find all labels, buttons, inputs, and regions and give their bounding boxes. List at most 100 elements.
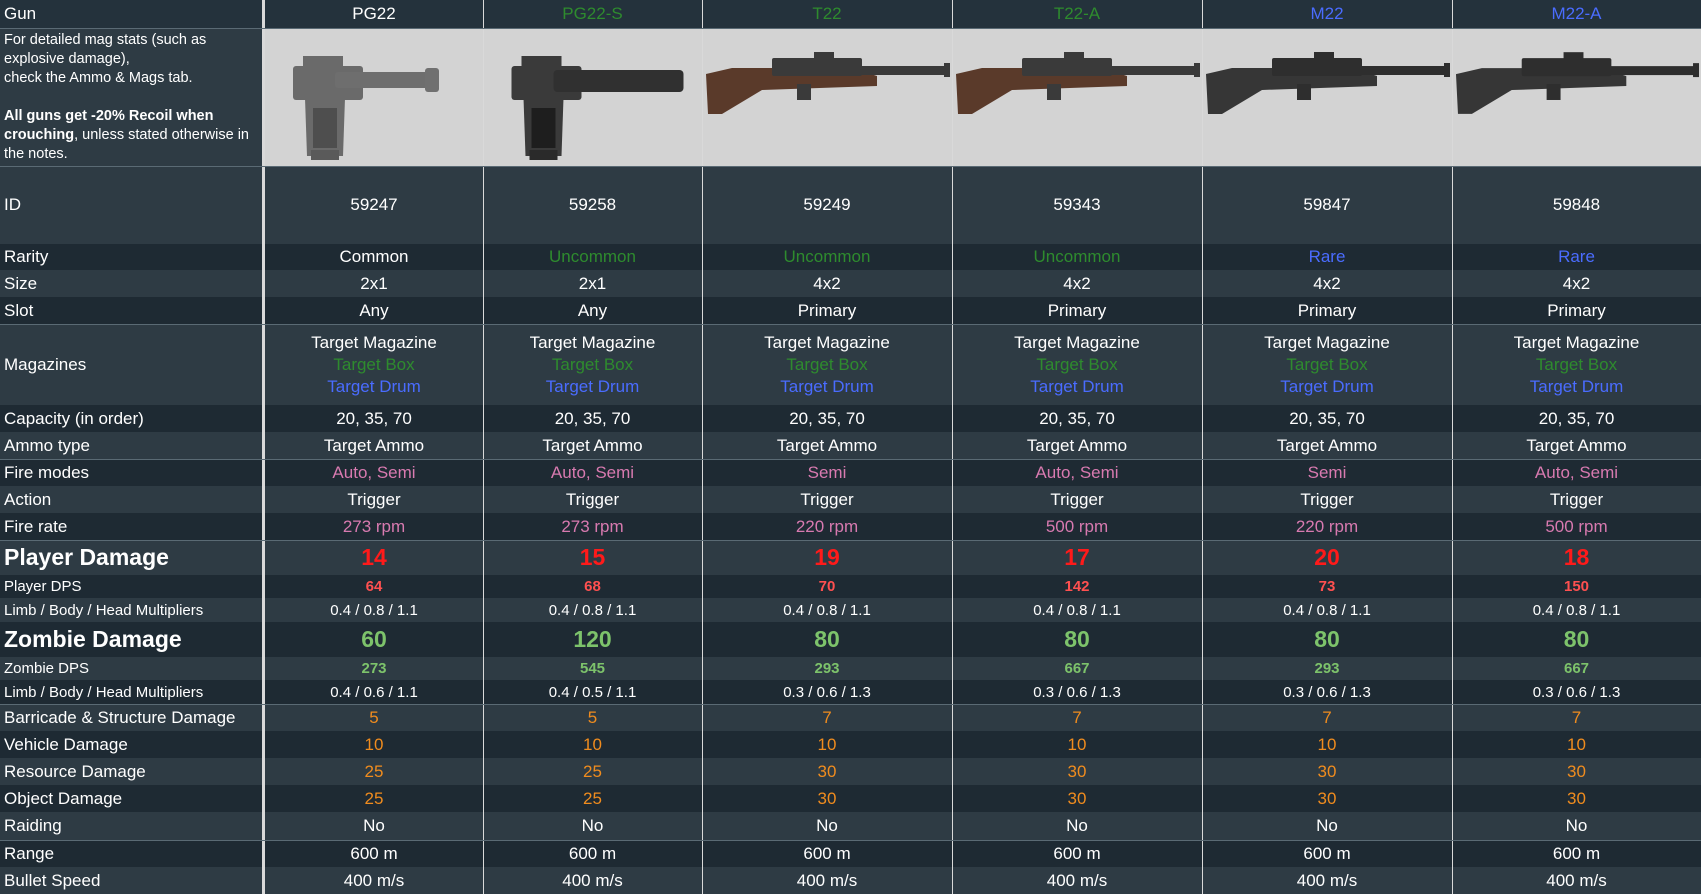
intro-line-1: For detailed mag stats (such as explosiv… xyxy=(4,32,207,67)
stat-cell-zombie-damage: 80 xyxy=(1202,622,1452,657)
gun-name-cell: T22-A xyxy=(952,0,1202,28)
stat-cell-rarity: Uncommon xyxy=(952,244,1202,270)
row-label-bullet-speed: Bullet Speed xyxy=(0,867,265,894)
stat-cell-zombie-dps: 667 xyxy=(952,657,1202,680)
stat-cell-capacity: 20, 35, 70 xyxy=(265,405,483,432)
stat-cell-player-mult: 0.4 / 0.8 / 1.1 xyxy=(952,598,1202,622)
row-label-action: Action xyxy=(0,486,265,513)
magazine-name: Target Magazine xyxy=(311,332,437,352)
stat-cell-fire-modes: Semi xyxy=(1202,459,1452,486)
stat-cell-object: 30 xyxy=(1452,785,1701,812)
stat-cell-zombie-mult: 0.3 / 0.6 / 1.3 xyxy=(1202,680,1452,704)
row-divider xyxy=(0,540,1701,541)
stat-cell-fire-modes: Auto, Semi xyxy=(952,459,1202,486)
stat-cell-zombie-dps: 273 xyxy=(265,657,483,680)
stat-cell-range: 600 m xyxy=(1452,840,1701,867)
stat-cell-bullet-speed: 400 m/s xyxy=(265,867,483,894)
stat-cell-zombie-dps: 293 xyxy=(1202,657,1452,680)
stat-cell-player-dps: 68 xyxy=(483,575,702,598)
gun-image-cell xyxy=(952,28,1202,166)
row-label-capacity: Capacity (in order) xyxy=(0,405,265,432)
stat-cell-zombie-damage: 80 xyxy=(952,622,1202,657)
stat-cell-vehicle: 10 xyxy=(952,731,1202,758)
stat-cell-raiding: No xyxy=(1452,812,1701,840)
gun-image-cell xyxy=(1452,28,1701,166)
stat-cell-zombie-damage: 60 xyxy=(265,622,483,657)
stat-cell-slot: Any xyxy=(483,297,702,324)
stat-cell-raiding: No xyxy=(1202,812,1452,840)
stat-cell-player-dps: 150 xyxy=(1452,575,1701,598)
row-divider xyxy=(0,459,1701,460)
row-label-player-dps: Player DPS xyxy=(0,575,265,598)
stat-cell-id: 59247 xyxy=(265,166,483,244)
stat-cell-capacity: 20, 35, 70 xyxy=(952,405,1202,432)
stat-cell-ammo: Target Ammo xyxy=(265,432,483,459)
row-divider xyxy=(0,840,1701,841)
gun-image-cell xyxy=(265,28,483,166)
row-label-raiding: Raiding xyxy=(0,812,265,840)
stat-cell-object: 30 xyxy=(1202,785,1452,812)
stat-cell-player-mult: 0.4 / 0.8 / 1.1 xyxy=(1202,598,1452,622)
stat-cell-vehicle: 10 xyxy=(702,731,952,758)
stat-cell-barricade: 7 xyxy=(952,704,1202,731)
stat-cell-barricade: 7 xyxy=(1452,704,1701,731)
column-divider xyxy=(483,0,484,894)
pistol-icon xyxy=(265,28,483,166)
stat-cell-slot: Primary xyxy=(952,297,1202,324)
stat-cell-fire-rate: 500 rpm xyxy=(1452,513,1701,540)
stat-cell-barricade: 7 xyxy=(1202,704,1452,731)
gun-name-cell: M22 xyxy=(1202,0,1452,28)
stat-cell-slot: Any xyxy=(265,297,483,324)
stat-cell-zombie-dps: 545 xyxy=(483,657,702,680)
stat-cell-capacity: 20, 35, 70 xyxy=(1202,405,1452,432)
stat-cell-zombie-damage: 120 xyxy=(483,622,702,657)
stat-cell-zombie-mult: 0.4 / 0.6 / 1.1 xyxy=(265,680,483,704)
gun-image-cell xyxy=(1202,28,1452,166)
stat-cell-barricade: 5 xyxy=(483,704,702,731)
magazine-name: Target Magazine xyxy=(764,332,890,352)
stat-cell-barricade: 7 xyxy=(702,704,952,731)
row-label-rarity: Rarity xyxy=(0,244,265,270)
magazine-name: Target Magazine xyxy=(1014,332,1140,352)
stat-cell-player-damage: 14 xyxy=(265,540,483,575)
stat-cell-bullet-speed: 400 m/s xyxy=(702,867,952,894)
magazines-cell: Target Magazine Target Box Target Drum xyxy=(483,324,702,405)
suppressed-pistol-icon xyxy=(483,28,702,166)
magazines-cell: Target Magazine Target Box Target Drum xyxy=(1202,324,1452,405)
stat-cell-fire-rate: 220 rpm xyxy=(702,513,952,540)
stat-cell-vehicle: 10 xyxy=(483,731,702,758)
stat-cell-range: 600 m xyxy=(265,840,483,867)
row-label-mags: Magazines xyxy=(0,324,265,405)
stat-cell-capacity: 20, 35, 70 xyxy=(483,405,702,432)
stat-cell-slot: Primary xyxy=(1202,297,1452,324)
stat-cell-vehicle: 10 xyxy=(265,731,483,758)
stat-cell-rarity: Uncommon xyxy=(483,244,702,270)
stat-cell-object: 25 xyxy=(265,785,483,812)
stat-cell-id: 59249 xyxy=(702,166,952,244)
row-label-player-damage: Player Damage xyxy=(0,540,265,575)
stat-cell-resource: 30 xyxy=(1452,758,1701,785)
row-label-player-mult: Limb / Body / Head Multipliers xyxy=(0,598,265,622)
stat-cell-capacity: 20, 35, 70 xyxy=(1452,405,1701,432)
stat-cell-rarity: Uncommon xyxy=(702,244,952,270)
row-label-zombie-dps: Zombie DPS xyxy=(0,657,265,680)
stat-cell-slot: Primary xyxy=(702,297,952,324)
stat-cell-id: 59847 xyxy=(1202,166,1452,244)
magazines-cell: Target Magazine Target Box Target Drum xyxy=(702,324,952,405)
stat-cell-action: Trigger xyxy=(952,486,1202,513)
magazines-cell: Target Magazine Target Box Target Drum xyxy=(265,324,483,405)
stat-cell-ammo: Target Ammo xyxy=(702,432,952,459)
stat-cell-player-mult: 0.4 / 0.8 / 1.1 xyxy=(483,598,702,622)
stat-cell-player-damage: 18 xyxy=(1452,540,1701,575)
stat-cell-size: 4x2 xyxy=(952,270,1202,297)
row-label-fire-rate: Fire rate xyxy=(0,513,265,540)
stat-cell-player-dps: 73 xyxy=(1202,575,1452,598)
magazine-name: Target Drum xyxy=(1030,376,1124,396)
stat-cell-action: Trigger xyxy=(1202,486,1452,513)
intro-line-2: check the Ammo & Mags tab. xyxy=(4,70,193,86)
stat-cell-bullet-speed: 400 m/s xyxy=(483,867,702,894)
stat-cell-ammo: Target Ammo xyxy=(1202,432,1452,459)
row-label-barricade: Barricade & Structure Damage xyxy=(0,704,265,731)
column-divider xyxy=(262,0,265,894)
row-divider xyxy=(0,324,1701,325)
